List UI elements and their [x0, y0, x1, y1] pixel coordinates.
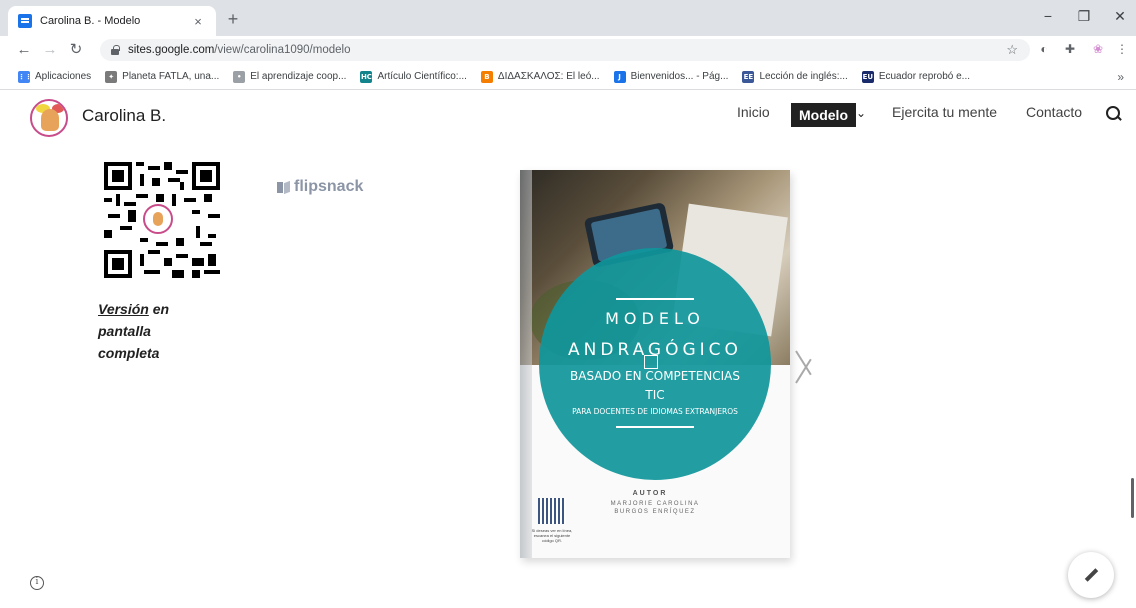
bookmark-item[interactable]: J Bienvenidos... - Pág... [613, 70, 729, 83]
reload-icon[interactable]: ↻ [66, 40, 86, 60]
bookmark-item[interactable]: ✦ Planeta FATLA, una... [105, 70, 220, 83]
google-sites-favicon-icon [18, 14, 32, 28]
minimize-button[interactable]: − [1038, 8, 1058, 24]
browser-menu-icon[interactable]: ⋮ [1114, 41, 1130, 57]
restore-button[interactable]: ❐ [1074, 8, 1094, 25]
flipsnack-wordmark: flipsnack [294, 178, 364, 195]
nav-contact[interactable]: Contacto [1026, 104, 1082, 120]
cover-title-line1: MODELO [605, 309, 705, 328]
bookmark-star-icon[interactable]: ☆ [1006, 42, 1018, 58]
fullscreen-version-link[interactable]: Versión [98, 301, 149, 317]
bookmark-item[interactable]: EE Lección de inglés:... [742, 70, 848, 83]
scrollbar-thumb[interactable] [1131, 478, 1134, 518]
bookmark-item[interactable]: EU Ecuador reprobó e... [861, 70, 970, 83]
blogger-icon: B [480, 70, 493, 83]
edit-pencil-button[interactable] [1068, 552, 1114, 598]
extensions-puzzle-icon[interactable]: ✚ [1062, 41, 1078, 57]
cover-subtitle-line3: PARA DOCENTES DE IDIOMAS EXTRANJEROS [572, 407, 738, 416]
planeta-fatla-icon: ✦ [105, 70, 118, 83]
bookmark-item[interactable]: B ΔΙΔΑΣΚΑΛΟΣ: El leó... [480, 70, 600, 83]
bookmark-label: Aplicaciones [35, 71, 92, 82]
cover-subtitle-line1: BASADO EN COMPETENCIAS [570, 369, 740, 383]
bookmarks-overflow-icon[interactable]: » [1117, 70, 1124, 84]
new-tab-button[interactable]: + [223, 9, 243, 29]
nav-model[interactable]: Modelo [791, 103, 856, 127]
browser-toolbar: ← → ↻ sites.google.com /view/carolina109… [0, 36, 1136, 64]
bookmark-item[interactable]: ⋮⋮ Aplicaciones [18, 70, 92, 83]
back-arrow-icon[interactable]: ← [14, 40, 34, 60]
fullscreen-expand-icon[interactable] [644, 355, 658, 369]
url-host: sites.google.com [128, 44, 215, 56]
eu-icon: EU [861, 70, 874, 83]
cover-qr-caption: Si deseas ver en línea, escanea el sigui… [531, 528, 573, 543]
bookmark-label: Lección de inglés:... [759, 71, 848, 82]
bookmark-label: Artículo Científico:... [377, 71, 467, 82]
cover-subtitle-line2: TIC [645, 388, 665, 402]
search-icon[interactable] [1105, 105, 1123, 123]
browser-tab-strip: Carolina B. - Modelo × + − ❐ ✕ [0, 0, 1136, 36]
cover-author-label: AUTOR [632, 490, 668, 497]
chevron-down-icon[interactable]: ⌄ [856, 106, 866, 120]
jimdo-icon: J [613, 70, 626, 83]
logo-face-icon [41, 109, 59, 131]
bookmarks-bar: ⋮⋮ Aplicaciones ✦ Planeta FATLA, una... … [0, 64, 1136, 90]
bookmark-label: Bienvenidos... - Pág... [630, 71, 729, 82]
site-header: Carolina B. Inicio Ejercita tu mente Con… [0, 90, 1136, 142]
browser-tab[interactable]: Carolina B. - Modelo × [8, 6, 216, 36]
hc-icon: HC [360, 70, 373, 83]
apps-grid-icon: ⋮⋮ [18, 70, 32, 83]
book-cover[interactable]: MODELO ANDRAGÓGICO BASADO EN COMPETENCIA… [520, 170, 790, 558]
cover-qr-icon [538, 498, 566, 524]
cover-author-name: MARJORIE CAROLINA BURGOS ENRÍQUEZ [610, 501, 700, 515]
close-window-button[interactable]: ✕ [1110, 8, 1130, 25]
qr-logo-icon [143, 204, 173, 234]
address-bar[interactable]: sites.google.com /view/carolina1090/mode… [100, 39, 1030, 61]
fullscreen-version-text: Versión en pantalla completa [98, 298, 208, 364]
url-path: /view/carolina1090/modelo [214, 44, 351, 56]
bookmark-label: ΔΙΔΑΣΚΑΛΟΣ: El leó... [497, 71, 600, 82]
bookmark-item[interactable]: HC Artículo Científico:... [360, 70, 467, 83]
next-page-chevron-icon[interactable] [796, 344, 816, 388]
lock-icon [110, 45, 120, 55]
bookmark-label: Planeta FATLA, una... [122, 71, 220, 82]
aprendizaje-icon: • [233, 70, 246, 83]
leccion-icon: EE [742, 70, 755, 83]
nav-exercise[interactable]: Ejercita tu mente [892, 104, 997, 120]
cover-divider-bottom [616, 426, 694, 428]
bookmark-label: El aprendizaje coop... [250, 71, 347, 82]
site-logo[interactable] [30, 99, 68, 137]
book-spine [520, 170, 532, 558]
forward-arrow-icon[interactable]: → [40, 40, 60, 60]
bookmark-label: Ecuador reprobó e... [878, 71, 970, 82]
flipsnack-logo[interactable]: flipsnack [277, 178, 363, 196]
info-icon[interactable]: i [30, 576, 44, 590]
tab-close-icon[interactable]: × [190, 14, 206, 29]
profile-avatar-icon[interactable]: ❀ [1090, 41, 1106, 57]
tab-title: Carolina B. - Modelo [40, 15, 141, 27]
extension-circle-icon[interactable]: ◐ [1036, 41, 1052, 57]
flipsnack-icon [277, 181, 290, 193]
cover-divider-top [616, 298, 694, 300]
nav-home[interactable]: Inicio [737, 104, 770, 120]
site-title[interactable]: Carolina B. [82, 106, 166, 126]
bookmark-item[interactable]: • El aprendizaje coop... [233, 70, 347, 83]
